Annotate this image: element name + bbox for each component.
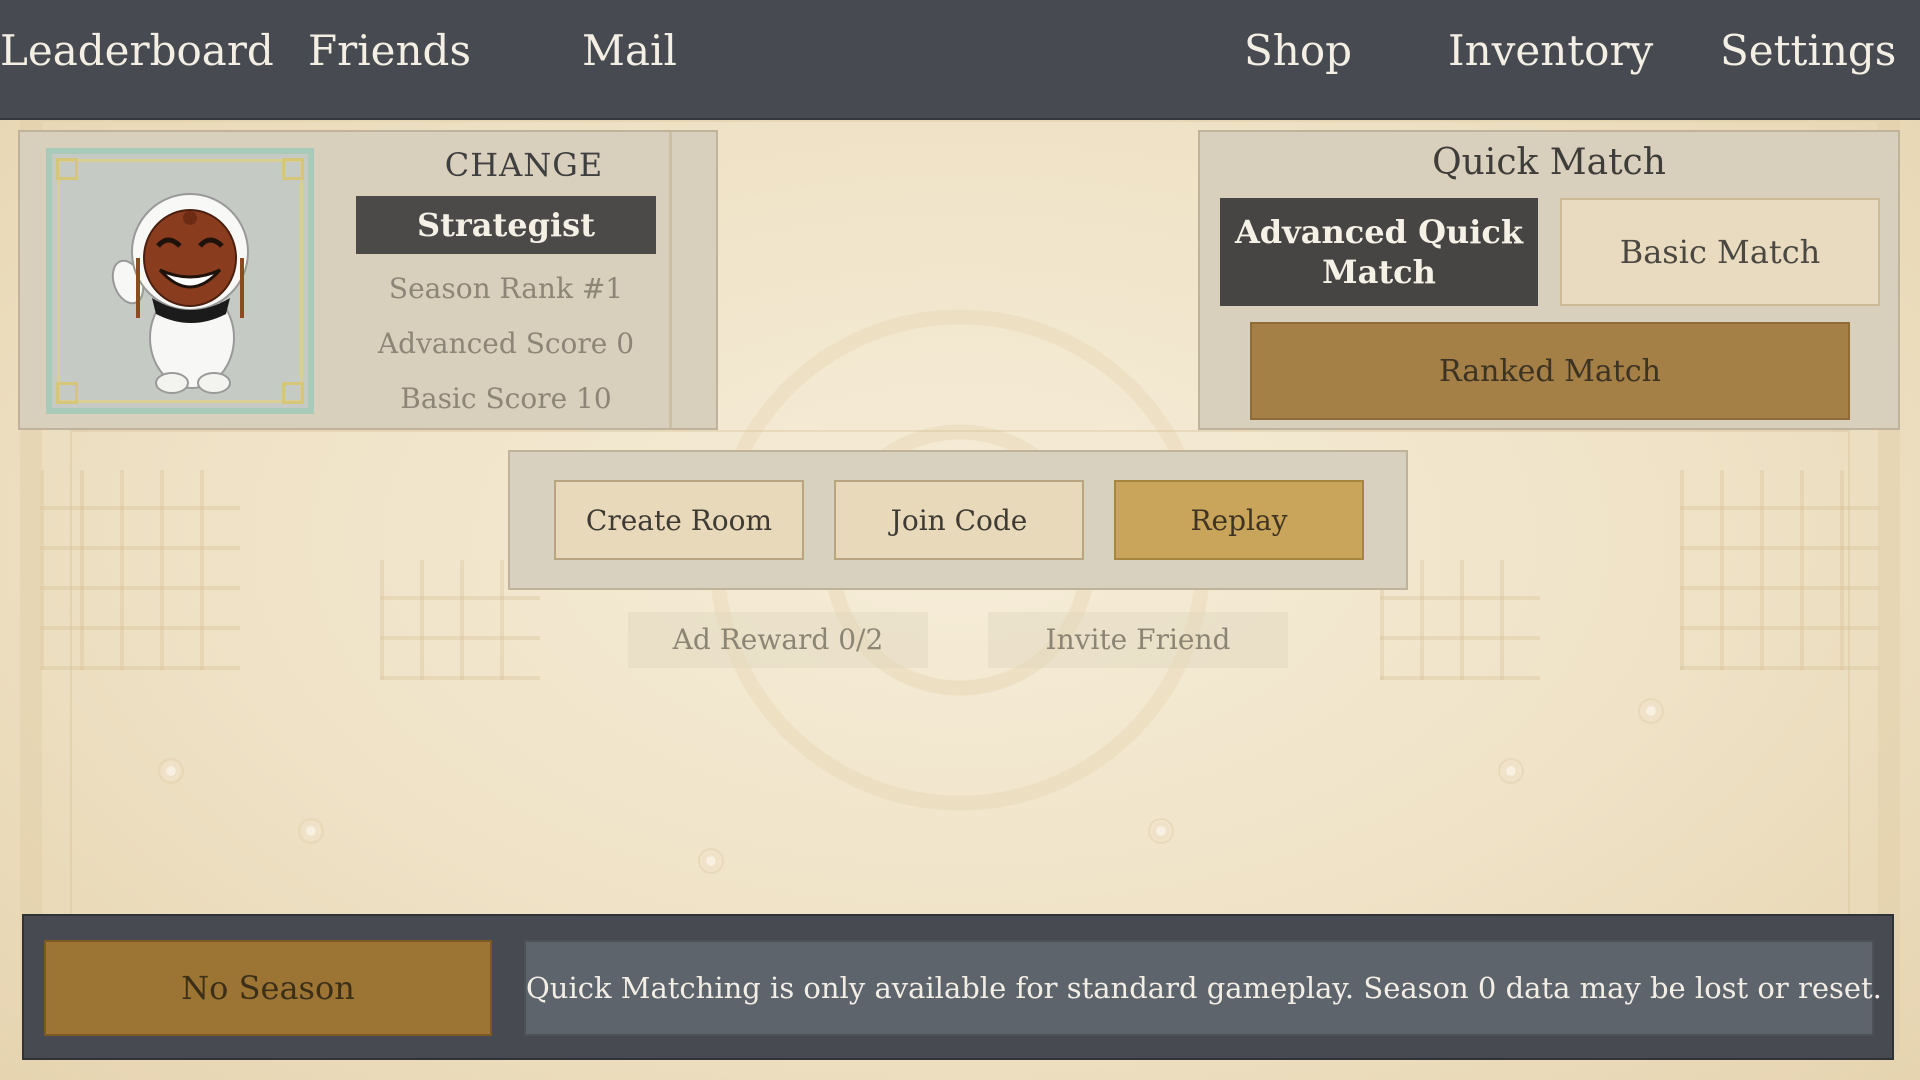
create-room-button[interactable]: Create Room <box>554 480 804 560</box>
blossom-decoration <box>300 820 322 842</box>
change-title-button[interactable]: CHANGE <box>356 146 692 184</box>
panel-divider <box>669 132 672 428</box>
season-rank: Season Rank #1 <box>388 272 624 305</box>
player-title-badge[interactable]: Strategist <box>356 196 656 254</box>
nav-shop[interactable]: Shop <box>1244 26 1352 75</box>
frame-corner-ornament <box>56 382 78 404</box>
blossom-decoration <box>1640 700 1662 722</box>
blossom-decoration <box>700 850 722 872</box>
nav-leaderboard[interactable]: Leaderboard <box>0 26 274 75</box>
frame-corner-ornament <box>282 158 304 180</box>
notice-message: Quick Matching is only available for sta… <box>524 940 1882 1036</box>
top-nav-bar: Leaderboard Friends Mail Shop Inventory … <box>0 0 1920 120</box>
season-status-button[interactable]: No Season <box>44 940 492 1036</box>
create-room-label: Create Room <box>585 503 773 537</box>
quick-match-title: Quick Match <box>1432 142 1666 183</box>
invite-friend-button[interactable]: Invite Friend <box>988 612 1288 668</box>
replay-button[interactable]: Replay <box>1114 480 1364 560</box>
nav-mail[interactable]: Mail <box>582 26 677 75</box>
bottom-bar: No Season Quick Matching is only availab… <box>22 914 1894 1060</box>
room-panel: Create Room Join Code Replay <box>508 450 1408 590</box>
replay-label: Replay <box>1190 503 1288 537</box>
join-code-button[interactable]: Join Code <box>834 480 1084 560</box>
advanced-quick-match-button[interactable]: Advanced Quick Match <box>1220 198 1538 306</box>
nav-settings[interactable]: Settings <box>1720 26 1896 75</box>
nav-friends[interactable]: Friends <box>308 26 471 75</box>
advanced-score: Advanced Score 0 <box>377 327 635 360</box>
basic-match-label: Basic Match <box>1619 233 1821 271</box>
join-code-label: Join Code <box>890 503 1028 537</box>
ad-reward-button[interactable]: Ad Reward 0/2 <box>628 612 928 668</box>
blossom-decoration <box>1150 820 1172 842</box>
avatar-frame[interactable] <box>46 148 314 414</box>
blossom-decoration <box>1500 760 1522 782</box>
basic-score: Basic Score 10 <box>400 382 612 415</box>
advanced-quick-match-label: Advanced Quick Match <box>1234 213 1524 291</box>
avatar <box>111 193 249 394</box>
ranked-match-label: Ranked Match <box>1439 353 1661 389</box>
frame-corner-ornament <box>282 382 304 404</box>
ranked-match-button[interactable]: Ranked Match <box>1250 322 1850 420</box>
profile-panel: CHANGE Strategist Season Rank #1 Advance… <box>18 130 718 430</box>
quick-match-panel: Quick Match Advanced Quick Match Basic M… <box>1198 130 1900 430</box>
basic-match-button[interactable]: Basic Match <box>1560 198 1880 306</box>
nav-inventory[interactable]: Inventory <box>1448 26 1653 75</box>
frame-corner-ornament <box>56 158 78 180</box>
blossom-decoration <box>160 760 182 782</box>
